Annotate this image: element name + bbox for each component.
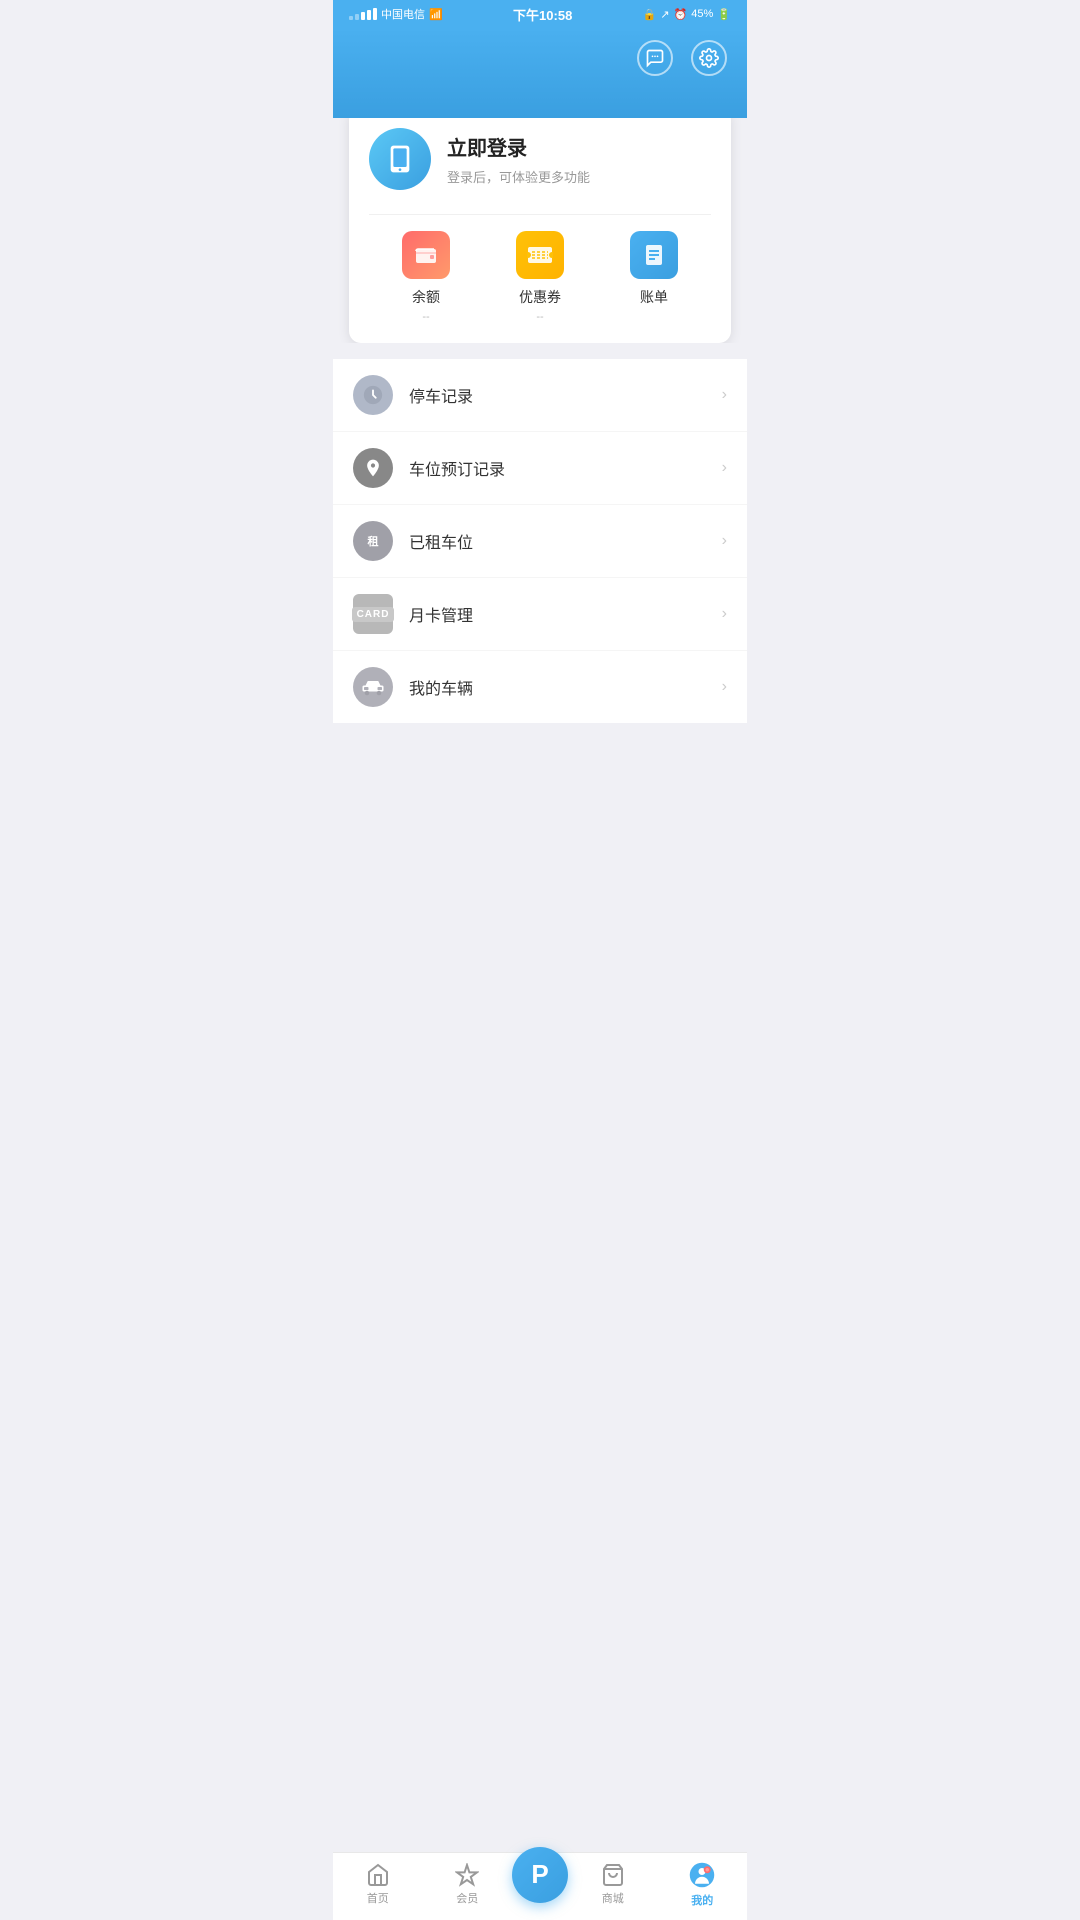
wallet-label: 余额 bbox=[412, 287, 440, 307]
my-vehicle-icon-wrap bbox=[353, 667, 393, 707]
rented-spot-label: 已租车位 bbox=[409, 529, 722, 553]
tab-home-label: 首页 bbox=[367, 1890, 389, 1906]
alarm-icon: ⏰ bbox=[674, 8, 688, 21]
message-button[interactable] bbox=[637, 40, 673, 76]
bill-label: 账单 bbox=[640, 287, 668, 307]
spot-booking-item[interactable]: 车位预订记录 › bbox=[333, 432, 747, 505]
battery-text: 45% bbox=[691, 8, 713, 20]
tab-mine[interactable]: 我的 bbox=[658, 1861, 748, 1908]
card-badge: CARD bbox=[352, 607, 395, 622]
monthly-card-chevron: › bbox=[722, 605, 727, 623]
parking-p-label: P bbox=[531, 1859, 548, 1890]
wallet-action[interactable]: 余额 -- bbox=[402, 231, 450, 323]
rented-spot-icon-wrap: 租 bbox=[353, 521, 393, 561]
tab-mine-label: 我的 bbox=[691, 1892, 713, 1908]
login-subtitle: 登录后，可体验更多功能 bbox=[447, 167, 590, 186]
location-icon: ↗ bbox=[660, 8, 669, 21]
settings-button[interactable] bbox=[691, 40, 727, 76]
coupon-label: 优惠券 bbox=[519, 287, 561, 307]
tab-member-label: 会员 bbox=[456, 1890, 478, 1906]
coupon-action[interactable]: 优惠券 -- bbox=[516, 231, 564, 323]
signal-icon bbox=[349, 8, 377, 20]
status-right: 🔒 ↗ ⏰ 45% 🔋 bbox=[643, 8, 731, 21]
tab-bar: 首页 会员 P 商城 我的 bbox=[333, 1852, 747, 1920]
parking-record-icon-wrap bbox=[353, 375, 393, 415]
rented-spot-chevron: › bbox=[722, 532, 727, 550]
bill-icon bbox=[630, 231, 678, 279]
wallet-value: -- bbox=[422, 311, 429, 323]
tab-home[interactable]: 首页 bbox=[333, 1863, 423, 1906]
tab-shop[interactable]: 商城 bbox=[568, 1863, 658, 1906]
profile-card: 立即登录 登录后，可体验更多功能 余额 -- bbox=[349, 108, 731, 343]
parking-record-item[interactable]: 停车记录 › bbox=[333, 359, 747, 432]
profile-actions: 余额 -- 优惠券 -- bbox=[369, 214, 711, 323]
header bbox=[333, 28, 747, 118]
parking-record-chevron: › bbox=[722, 386, 727, 404]
status-left: 中国电信 📶 bbox=[349, 6, 443, 22]
menu-section: 停车记录 › 车位预订记录 › 租 已租车位 › CARD bbox=[333, 343, 747, 723]
tab-parking-center[interactable]: P bbox=[512, 1847, 568, 1903]
wallet-icon bbox=[402, 231, 450, 279]
menu-card: 停车记录 › 车位预订记录 › 租 已租车位 › CARD bbox=[333, 359, 747, 723]
my-vehicle-label: 我的车辆 bbox=[409, 675, 722, 699]
login-title: 立即登录 bbox=[447, 132, 590, 161]
bill-action[interactable]: 账单 bbox=[630, 231, 678, 323]
battery-icon: 🔋 bbox=[717, 8, 731, 21]
avatar bbox=[369, 128, 431, 190]
spot-booking-icon-wrap bbox=[353, 448, 393, 488]
carrier-text: 中国电信 bbox=[381, 6, 425, 22]
header-icons bbox=[353, 40, 727, 76]
rented-spot-item[interactable]: 租 已租车位 › bbox=[333, 505, 747, 578]
monthly-card-label: 月卡管理 bbox=[409, 602, 722, 626]
my-vehicle-chevron: › bbox=[722, 678, 727, 696]
monthly-card-item[interactable]: CARD 月卡管理 › bbox=[333, 578, 747, 651]
profile-info: 立即登录 登录后，可体验更多功能 bbox=[447, 132, 590, 186]
parking-record-label: 停车记录 bbox=[409, 383, 722, 407]
time-display: 下午10:58 bbox=[513, 5, 572, 24]
wifi-icon: 📶 bbox=[429, 8, 443, 21]
tab-shop-label: 商城 bbox=[602, 1890, 624, 1906]
status-bar: 中国电信 📶 下午10:58 🔒 ↗ ⏰ 45% 🔋 bbox=[333, 0, 747, 28]
spot-booking-label: 车位预订记录 bbox=[409, 456, 722, 480]
tab-member[interactable]: 会员 bbox=[423, 1863, 513, 1906]
spot-booking-chevron: › bbox=[722, 459, 727, 477]
coupon-icon bbox=[516, 231, 564, 279]
profile-top[interactable]: 立即登录 登录后，可体验更多功能 bbox=[369, 128, 711, 190]
lock-icon: 🔒 bbox=[643, 8, 657, 21]
my-vehicle-item[interactable]: 我的车辆 › bbox=[333, 651, 747, 723]
monthly-card-icon-wrap: CARD bbox=[353, 594, 393, 634]
coupon-value: -- bbox=[536, 311, 543, 323]
